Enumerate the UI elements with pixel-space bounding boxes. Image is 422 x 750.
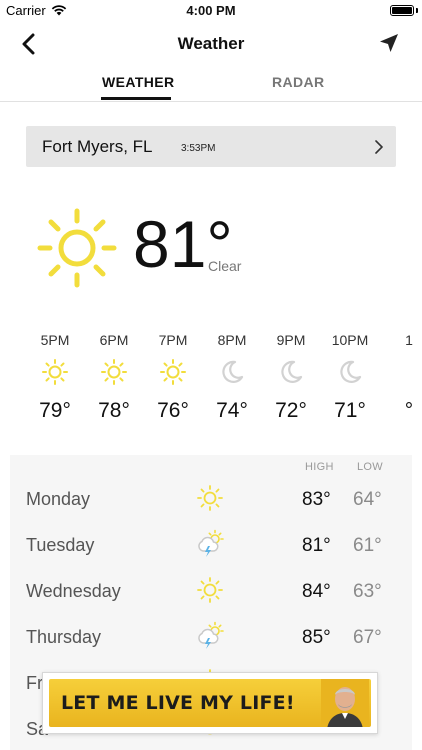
hour-temp: 72° xyxy=(275,399,307,422)
daily-row: Thursday 85° 67° xyxy=(10,615,412,661)
day-name: Thursday xyxy=(26,627,102,647)
day-name: Monday xyxy=(26,489,91,509)
hour-temp: 71° xyxy=(334,399,366,422)
hour-temp: 79° xyxy=(39,399,71,422)
hourly-item: 7PM 76° xyxy=(144,332,202,422)
thunderstorm-icon xyxy=(198,621,224,649)
hour-label: 1 xyxy=(405,332,413,348)
sun-icon xyxy=(101,359,127,385)
sun-icon xyxy=(197,577,223,603)
hourly-item: 8PM 74° xyxy=(203,332,261,422)
hour-label: 10PM xyxy=(331,332,369,348)
moon-icon xyxy=(222,360,244,383)
hourly-item: 1 ° xyxy=(380,332,422,422)
hourly-item: 9PM 72° xyxy=(262,332,320,422)
ad-creative: LET ME LIVE MY LIFE! xyxy=(49,679,371,727)
day-low: 63° xyxy=(353,581,382,602)
hourly-item: 5PM 79° xyxy=(26,332,84,422)
tab-bar: WEATHER RADAR xyxy=(0,66,422,102)
day-high: 85° xyxy=(302,627,331,648)
hour-temp: 78° xyxy=(98,399,130,422)
hour-label: 7PM xyxy=(158,332,188,348)
daily-row: Monday 83° 64° xyxy=(10,477,412,523)
daily-row: Wednesday 84° 63° xyxy=(10,569,412,615)
page-title: Weather xyxy=(177,34,245,53)
hourly-item: 10PM 71° xyxy=(321,332,379,422)
hour-label: 5PM xyxy=(40,332,70,348)
high-column-header: HIGH xyxy=(305,461,334,473)
hour-label: 8PM xyxy=(217,332,247,348)
hourly-forecast[interactable]: 5PM 79° 6PM 78° 7PM 76° 8PM 74° 9PM 72° … xyxy=(0,332,422,432)
day-high: 81° xyxy=(302,535,331,556)
day-name: Tuesday xyxy=(26,535,95,555)
location-selector[interactable]: Fort Myers, FL 3:53PM xyxy=(26,126,396,167)
hour-temp: 76° xyxy=(157,399,189,422)
ad-person-image xyxy=(321,679,369,727)
sun-icon xyxy=(42,359,68,385)
chevron-right-icon xyxy=(375,140,383,154)
moon-icon xyxy=(281,360,303,383)
nav-bar: Weather xyxy=(0,22,422,66)
tab-weather[interactable]: WEATHER xyxy=(102,74,175,90)
moon-icon xyxy=(340,360,362,383)
hourly-item: 6PM 78° xyxy=(85,332,143,422)
active-tab-indicator xyxy=(101,97,171,100)
hour-temp: ° xyxy=(404,399,414,422)
thunderstorm-icon xyxy=(198,529,224,557)
day-high: 84° xyxy=(302,581,331,602)
sun-icon xyxy=(160,359,186,385)
hour-label: 9PM xyxy=(276,332,306,348)
daily-row: Tuesday 81° 61° xyxy=(10,523,412,569)
location-name: Fort Myers, FL xyxy=(42,137,153,156)
status-time: 4:00 PM xyxy=(186,3,236,18)
day-high: 83° xyxy=(302,489,331,510)
hour-label: 6PM xyxy=(99,332,129,348)
ad-banner[interactable]: LET ME LIVE MY LIFE! xyxy=(42,672,378,734)
status-bar: Carrier 4:00 PM xyxy=(0,0,422,22)
day-low: 64° xyxy=(353,489,382,510)
current-condition: Clear xyxy=(208,258,242,274)
location-arrow-icon xyxy=(380,34,398,52)
sun-icon xyxy=(37,208,117,288)
current-location-button[interactable] xyxy=(376,30,402,56)
battery-nub xyxy=(416,8,418,13)
day-low: 67° xyxy=(353,627,382,648)
sun-icon xyxy=(197,485,223,511)
hour-temp: 74° xyxy=(216,399,248,422)
day-name: Wednesday xyxy=(26,581,121,601)
location-updated-time: 3:53PM xyxy=(181,143,216,154)
ad-text: LET ME LIVE MY LIFE! xyxy=(61,692,295,714)
battery-icon xyxy=(390,5,414,16)
low-column-header: LOW xyxy=(357,461,383,473)
day-low: 61° xyxy=(353,535,382,556)
tab-radar[interactable]: RADAR xyxy=(272,74,325,90)
